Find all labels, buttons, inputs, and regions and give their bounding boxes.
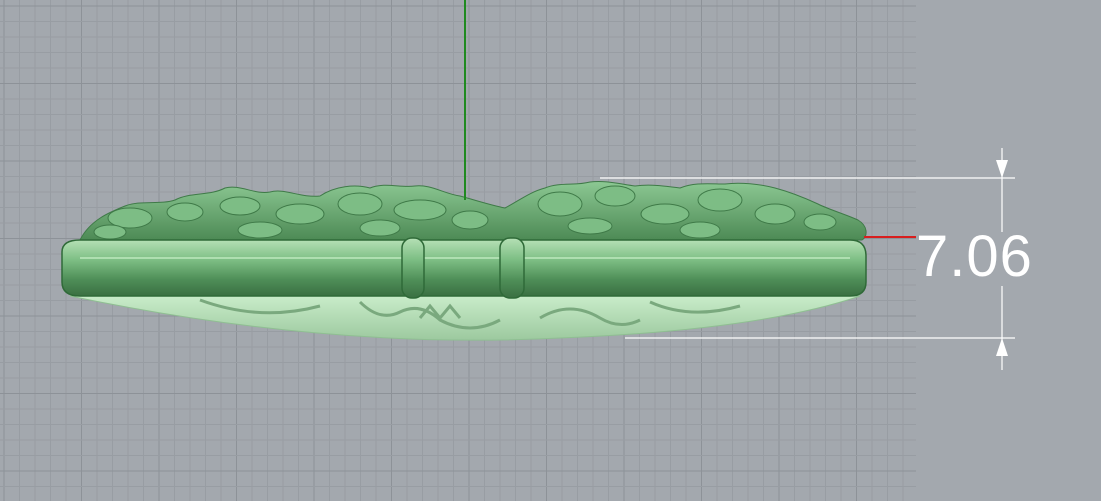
pendant-base	[69, 295, 861, 341]
pendant-model[interactable]	[61, 181, 867, 341]
dimension-value: 7.06	[916, 224, 1033, 289]
dimension-arrow-bottom-icon	[996, 338, 1008, 356]
bail-left	[401, 237, 425, 299]
rhino-viewport[interactable]: 7.06	[0, 0, 1101, 501]
bail-right	[499, 237, 525, 299]
rim-tube	[61, 239, 867, 297]
dimension-arrow-top-icon	[996, 160, 1008, 178]
